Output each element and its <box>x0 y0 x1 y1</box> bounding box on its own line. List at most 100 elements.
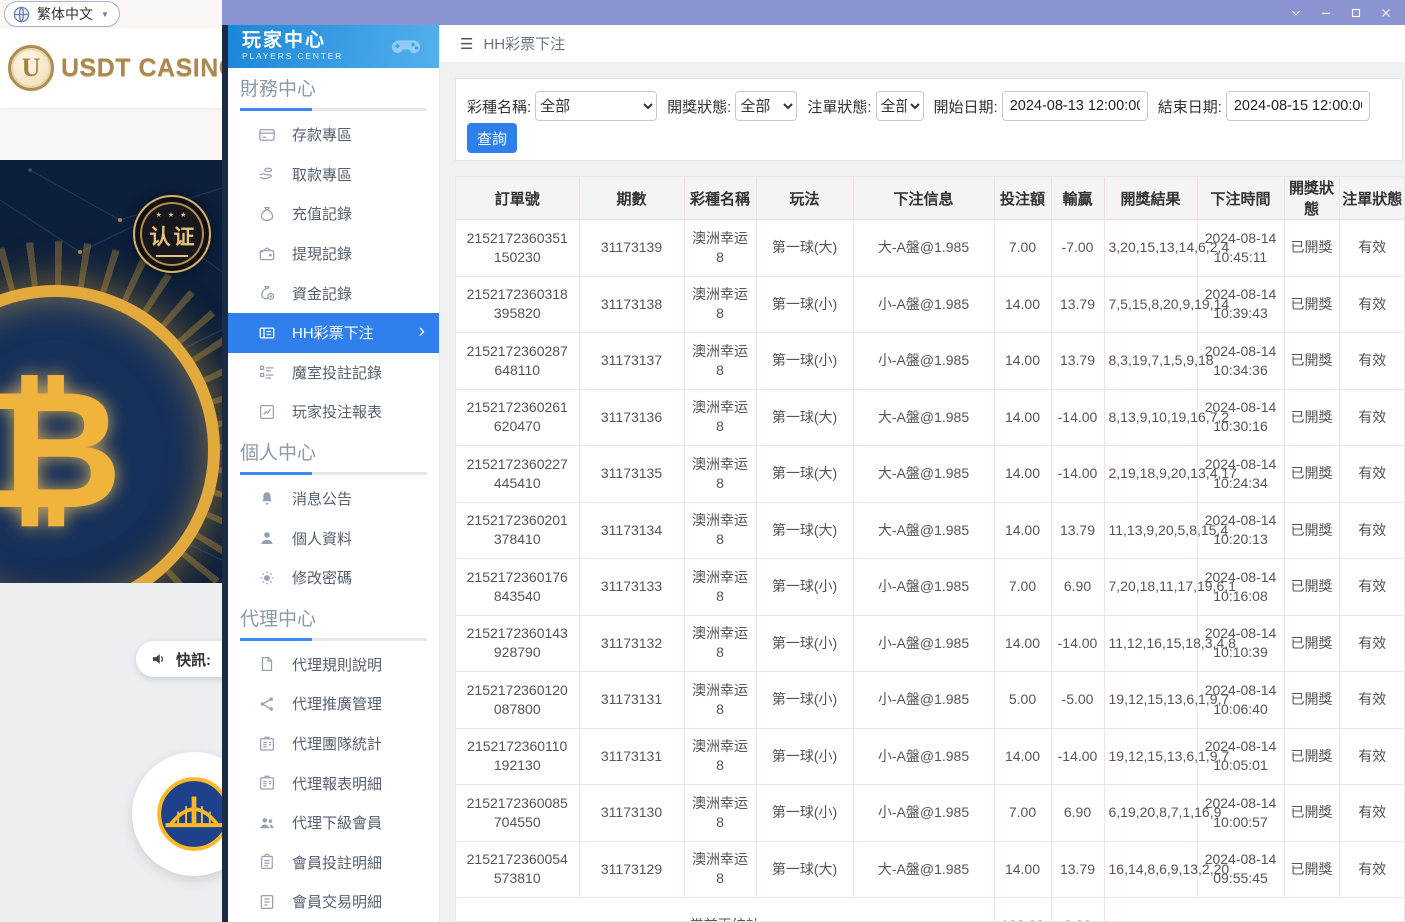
sidebar-item[interactable]: 會員投註明細 <box>228 843 439 883</box>
sidebar-item[interactable]: 資金記錄 <box>228 273 439 313</box>
sidebar-item[interactable]: 會員交易明細 <box>228 882 439 922</box>
cell-bet-info: 小-A盤@1.985 <box>853 672 994 729</box>
cell-bet-info: 大-A盤@1.985 <box>853 220 994 277</box>
lottery-name-label: 彩種名稱: <box>467 96 531 117</box>
sidebar-item[interactable]: 代理下級會員 <box>228 803 439 843</box>
news-label: 快訊: <box>176 649 211 670</box>
start-date-input[interactable] <box>1002 91 1148 121</box>
order-status-label: 注單狀態: <box>807 96 871 117</box>
cell-bet-amount: 14.00 <box>994 502 1051 559</box>
bitcoin-banner: ₿ ★ ★ ★ 认证 <box>0 160 222 583</box>
cell-draw-status: 已開獎 <box>1284 785 1339 842</box>
end-date-label: 結束日期: <box>1158 96 1222 117</box>
main-content: ☰ HH彩票下注 彩種名稱: 全部 開獎狀態: 全部 注單狀態: 全部 開始日期… <box>440 25 1405 922</box>
section-agent: 代理中心 代理規則說明 代理推廣管理 代理團隊統計 代理報表明細 代理下級會員 … <box>228 598 439 922</box>
cell-draw-result: 7,5,15,8,20,9,19,14 <box>1104 276 1197 333</box>
filter-panel: 彩種名稱: 全部 開獎狀態: 全部 注單狀態: 全部 開始日期: 結束日期: 查… <box>455 78 1403 161</box>
cell-draw-result: 8,13,9,10,19,16,7,2 <box>1104 389 1197 446</box>
table-header-cell: 開獎狀態 <box>1284 177 1339 220</box>
sidebar-item[interactable]: 玩家投注報表 <box>228 392 439 432</box>
cell-win-loss: -14.00 <box>1051 615 1104 672</box>
cell-play: 第一球(小) <box>756 672 853 729</box>
sidebar-item[interactable]: 個人資料 <box>228 518 439 558</box>
cell-win-loss: -5.00 <box>1051 672 1104 729</box>
idcard-icon <box>258 774 276 792</box>
cell-lottery: 澳洲幸运8 <box>684 785 756 842</box>
news-marquee[interactable]: 快訊: <box>136 641 222 677</box>
sidebar-item[interactable]: 代理推廣管理 <box>228 684 439 724</box>
cell-period: 31173130 <box>579 785 684 842</box>
sidebar-item[interactable]: 代理團隊統計 <box>228 724 439 764</box>
footer-empty <box>1104 898 1405 922</box>
cell-play: 第一球(小) <box>756 728 853 785</box>
section-title: 代理中心 <box>228 598 439 632</box>
cell-period: 31173129 <box>579 841 684 898</box>
table-row: 2152172360287648110 31173137 澳洲幸运8 第一球(小… <box>456 333 1405 390</box>
cell-bet-info: 小-A盤@1.985 <box>853 785 994 842</box>
doc-icon <box>258 655 276 673</box>
footer-label: 當前頁统計 <box>456 898 994 922</box>
clipboard-icon <box>258 853 276 871</box>
cell-bet-amount: 14.00 <box>994 276 1051 333</box>
lottery-name-select[interactable]: 全部 <box>535 91 657 121</box>
hamburger-icon[interactable]: ☰ <box>460 35 473 53</box>
close-button[interactable] <box>1371 0 1401 25</box>
cell-play: 第一球(大) <box>756 502 853 559</box>
moneybag-icon <box>258 205 276 223</box>
language-selector[interactable]: 繁体中文 ▼ <box>4 1 120 27</box>
footer-bet-total: 138.00 <box>994 898 1051 922</box>
sidebar-item[interactable]: HH彩票下注 <box>228 313 439 353</box>
sidebar-item[interactable]: 提現記錄 <box>228 234 439 274</box>
sidebar-item[interactable]: 充值記錄 <box>228 194 439 234</box>
checklist-icon <box>258 363 276 381</box>
sidebar-item[interactable]: 修改密碼 <box>228 558 439 598</box>
doclines-icon <box>258 893 276 911</box>
brand-coin-icon: U <box>8 45 54 91</box>
search-button[interactable]: 查詢 <box>467 123 517 153</box>
table-header-cell: 玩法 <box>756 177 853 220</box>
cell-order-no: 2152172360351150230 <box>456 220 579 277</box>
bridge-logo-icon <box>156 776 222 852</box>
speaker-icon <box>150 650 168 668</box>
sidebar-item[interactable]: 代理規則說明 <box>228 645 439 685</box>
cell-lottery: 澳洲幸运8 <box>684 276 756 333</box>
table-row: 2152172360201378410 31173134 澳洲幸运8 第一球(大… <box>456 502 1405 559</box>
cell-play: 第一球(小) <box>756 615 853 672</box>
minimize-button[interactable] <box>1311 0 1341 25</box>
cell-order-status: 有效 <box>1339 446 1405 503</box>
sidebar-item[interactable]: 魔室投註記錄 <box>228 353 439 393</box>
sidebar-item[interactable]: 存款專區 <box>228 115 439 155</box>
left-panel: U USDT CASINO 繁体中文 ▼ <box>0 0 222 922</box>
end-date-input[interactable] <box>1226 91 1370 121</box>
table-footer-row: 當前頁统計 138.00 0.96 <box>456 898 1405 922</box>
brand-name: USDT CASINO <box>61 54 222 83</box>
cell-draw-status: 已開獎 <box>1284 559 1339 616</box>
cell-order-status: 有效 <box>1339 333 1405 390</box>
table-row: 2152172360261620470 31173136 澳洲幸运8 第一球(大… <box>456 389 1405 446</box>
chevron-down-icon[interactable] <box>1281 0 1311 25</box>
maximize-button[interactable] <box>1341 0 1371 25</box>
cell-bet-amount: 14.00 <box>994 446 1051 503</box>
cell-bet-amount: 14.00 <box>994 728 1051 785</box>
draw-status-select[interactable]: 全部 <box>735 91 797 121</box>
app-window: U USDT CASINO 繁体中文 ▼ <box>0 0 1405 922</box>
cell-period: 31173133 <box>579 559 684 616</box>
section-items: 代理規則說明 代理推廣管理 代理團隊統計 代理報表明細 代理下級會員 會員投註明… <box>228 645 439 922</box>
draw-status-label: 開獎狀態: <box>667 96 731 117</box>
start-date-label: 開始日期: <box>934 96 998 117</box>
card-icon <box>258 126 276 144</box>
team-logo-button[interactable] <box>132 752 222 876</box>
cell-play: 第一球(大) <box>756 389 853 446</box>
order-status-select[interactable]: 全部 <box>876 91 924 121</box>
cell-order-status: 有效 <box>1339 389 1405 446</box>
sidebar-item[interactable]: 取款專區 <box>228 155 439 195</box>
sidebar-item[interactable]: 代理報表明細 <box>228 763 439 803</box>
cell-lottery: 澳洲幸运8 <box>684 615 756 672</box>
bets-table: 訂單號 期數 彩種名稱 玩法 下注信息 投注額 輸贏 開獎結果 下注時間 開獎狀… <box>456 177 1405 922</box>
sidebar-item[interactable]: 消息公告 <box>228 479 439 519</box>
cell-bet-info: 小-A盤@1.985 <box>853 276 994 333</box>
sidebar: 玩家中心 PLAYERS CENTER 財務中心 存款專區 取款專區 充值記錄 … <box>228 25 440 922</box>
cell-bet-amount: 14.00 <box>994 615 1051 672</box>
brand-logo[interactable]: U USDT CASINO <box>0 28 222 108</box>
hand-coin-icon <box>258 165 276 183</box>
